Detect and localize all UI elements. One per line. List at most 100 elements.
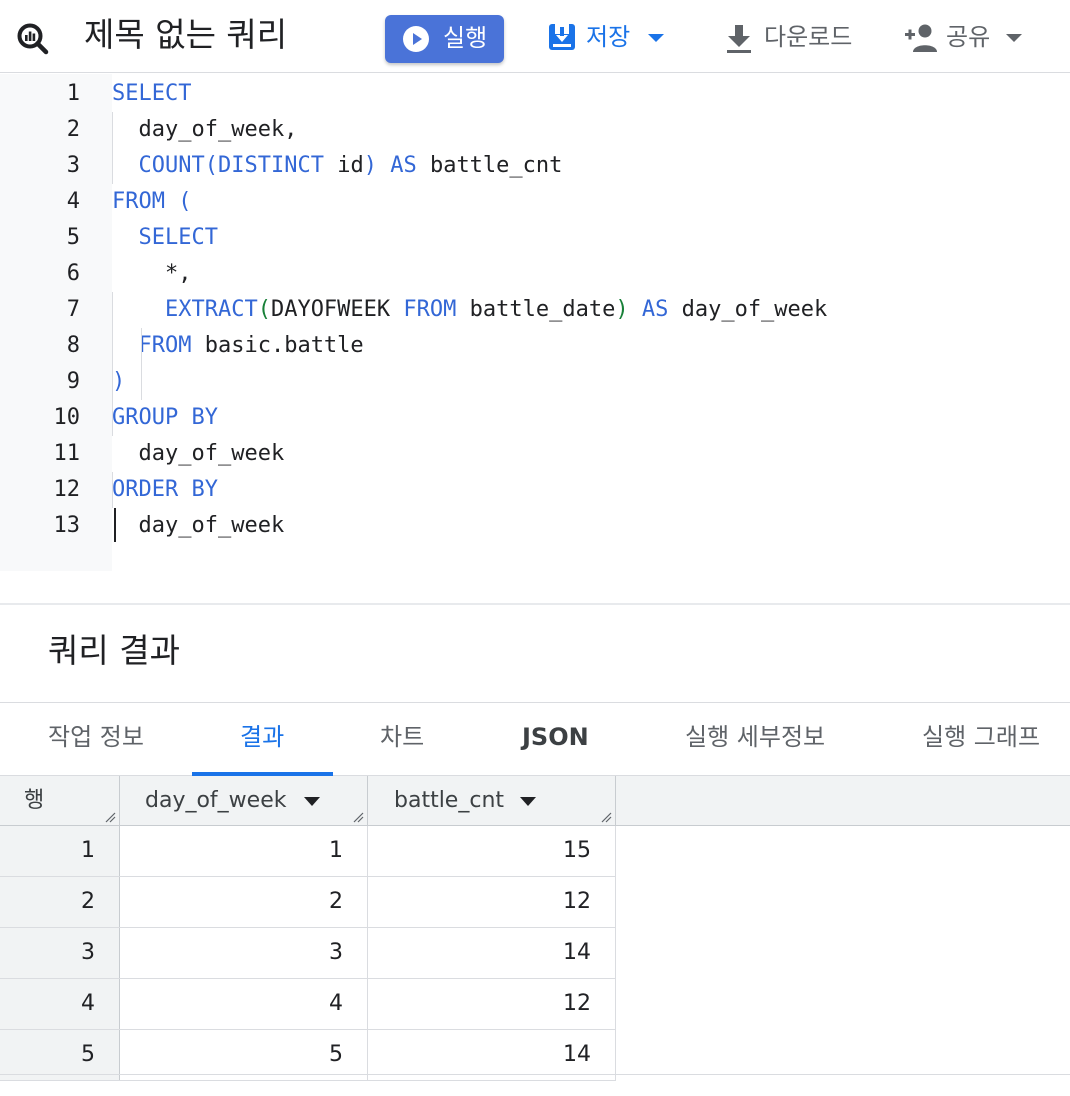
table-cell[interactable]: 4 bbox=[120, 979, 368, 1029]
text-cursor bbox=[114, 508, 116, 542]
resize-handle-icon[interactable] bbox=[600, 811, 612, 823]
row-number-cell: 1 bbox=[0, 826, 120, 876]
save-icon bbox=[549, 24, 575, 50]
chevron-down-icon bbox=[648, 34, 664, 42]
row-number-cell: 2 bbox=[0, 877, 120, 927]
table-cell[interactable]: 12 bbox=[368, 877, 616, 927]
query-title[interactable]: 제목 없는 쿼리 bbox=[84, 14, 287, 56]
line-number: 6 bbox=[66, 261, 80, 286]
sql-text: *, bbox=[112, 261, 192, 286]
row-number-cell: 3 bbox=[0, 928, 120, 978]
line-number: 11 bbox=[53, 441, 81, 466]
table-cell[interactable]: 14 bbox=[368, 928, 616, 978]
sql-text: day_of_week bbox=[112, 513, 285, 538]
sql-paren: ) bbox=[363, 153, 377, 178]
table-bottom-border bbox=[0, 1074, 1070, 1075]
sql-paren: ( bbox=[204, 153, 218, 178]
table-cell[interactable]: 2 bbox=[120, 877, 368, 927]
sql-function: COUNT bbox=[138, 153, 205, 178]
line-number: 3 bbox=[66, 153, 80, 178]
download-button-label: 다운로드 bbox=[764, 23, 853, 51]
line-number: 9 bbox=[66, 369, 80, 394]
line-number: 8 bbox=[66, 333, 80, 358]
table-cell[interactable]: 12 bbox=[368, 979, 616, 1029]
sql-keyword: FROM bbox=[403, 297, 457, 322]
tab-chart[interactable]: 차트 bbox=[380, 719, 424, 755]
code-line[interactable]: SELECT bbox=[112, 76, 191, 112]
line-number: 13 bbox=[53, 513, 81, 538]
code-line[interactable]: FROM ( bbox=[112, 184, 191, 220]
code-line[interactable]: *, bbox=[112, 256, 192, 292]
column-header-day-of-week[interactable]: day_of_week bbox=[120, 776, 368, 826]
code-line[interactable]: GROUP BY bbox=[112, 400, 218, 436]
sql-editor[interactable]: 1 2 3 4 5 6 7 8 9 10 11 12 13 SELECT day_of_week, CO… bbox=[0, 74, 1070, 571]
column-header-battle-cnt[interactable]: battle_cnt bbox=[368, 776, 616, 826]
sql-keyword: SELECT bbox=[112, 81, 192, 106]
code-line[interactable]: ORDER BY bbox=[112, 472, 218, 508]
sql-keyword: FROM bbox=[138, 333, 192, 358]
code-line[interactable]: ) bbox=[112, 364, 125, 400]
sql-text: DAYOFWEEK bbox=[270, 297, 404, 322]
code-line[interactable]: FROM basic.battle bbox=[112, 328, 364, 364]
share-button-label: 공유 bbox=[946, 23, 991, 51]
table-row: 1 1 15 bbox=[0, 826, 616, 877]
sort-dropdown-icon[interactable] bbox=[304, 797, 320, 806]
code-line[interactable]: EXTRACT(DAYOFWEEK FROM battle_date) AS d… bbox=[112, 292, 827, 328]
tab-json[interactable]: JSON bbox=[522, 719, 589, 755]
indent-guide bbox=[141, 328, 142, 400]
sql-keyword: GROUP BY bbox=[112, 405, 218, 430]
save-button[interactable]: 저장 bbox=[546, 18, 666, 58]
sql-text: basic.battle bbox=[191, 333, 364, 358]
tab-results[interactable]: 결과 bbox=[240, 719, 284, 755]
tab-job-info[interactable]: 작업 정보 bbox=[48, 719, 144, 755]
code-line[interactable]: COUNT(DISTINCT id) AS battle_cnt bbox=[112, 148, 563, 184]
code-line[interactable]: day_of_week bbox=[112, 436, 284, 472]
share-button[interactable]: 공유 bbox=[902, 18, 1026, 58]
code-line[interactable]: day_of_week, bbox=[112, 112, 297, 148]
line-number: 1 bbox=[66, 81, 80, 106]
sql-keyword: SELECT bbox=[138, 225, 218, 250]
table-cell[interactable]: 1 bbox=[120, 826, 368, 876]
sort-dropdown-icon[interactable] bbox=[520, 797, 536, 806]
resize-handle-icon[interactable] bbox=[352, 811, 364, 823]
tab-execution-details[interactable]: 실행 세부정보 bbox=[685, 719, 825, 755]
sql-keyword: AS bbox=[390, 153, 417, 178]
table-row: 3 3 14 bbox=[0, 928, 616, 979]
sql-paren: ) bbox=[615, 297, 629, 322]
sql-keyword: AS bbox=[641, 297, 669, 322]
results-tabs: 작업 정보 결과 차트 JSON 실행 세부정보 실행 그래프 bbox=[0, 702, 1070, 776]
table-row: 2 2 12 bbox=[0, 877, 616, 928]
table-cell[interactable]: 3 bbox=[120, 928, 368, 978]
line-number: 10 bbox=[53, 405, 81, 430]
run-button[interactable]: 실행 bbox=[385, 15, 504, 63]
tab-execution-graph[interactable]: 실행 그래프 bbox=[922, 719, 1040, 755]
indent-guide bbox=[112, 292, 113, 436]
editor-results-divider[interactable] bbox=[0, 603, 1070, 605]
line-number: 12 bbox=[53, 477, 81, 502]
table-header: 행 day_of_week battle_cnt bbox=[0, 776, 1070, 826]
line-number: 7 bbox=[66, 297, 80, 322]
table-cell[interactable]: 15 bbox=[368, 826, 616, 876]
line-number: 5 bbox=[66, 225, 80, 250]
indent-guide bbox=[112, 472, 113, 508]
code-line[interactable]: SELECT bbox=[112, 220, 218, 256]
table-cell[interactable]: 5 bbox=[120, 1030, 368, 1080]
sql-text: day_of_week bbox=[112, 441, 285, 466]
row-number-cell: 4 bbox=[0, 979, 120, 1029]
column-header-row-number: 행 bbox=[0, 776, 120, 826]
query-toolbar: 제목 없는 쿼리 실행 저장 다운로드 공유 bbox=[0, 0, 1070, 73]
sql-function: EXTRACT bbox=[164, 297, 258, 322]
download-button[interactable]: 다운로드 bbox=[722, 18, 862, 58]
run-button-label: 실행 bbox=[443, 24, 488, 52]
resize-handle-icon[interactable] bbox=[104, 811, 116, 823]
sql-text: battle_cnt bbox=[416, 153, 563, 178]
table-row: 4 4 12 bbox=[0, 979, 616, 1030]
table-cell[interactable]: 14 bbox=[368, 1030, 616, 1080]
sql-text: day_of_week bbox=[668, 297, 828, 322]
code-line[interactable]: day_of_week bbox=[112, 508, 284, 544]
